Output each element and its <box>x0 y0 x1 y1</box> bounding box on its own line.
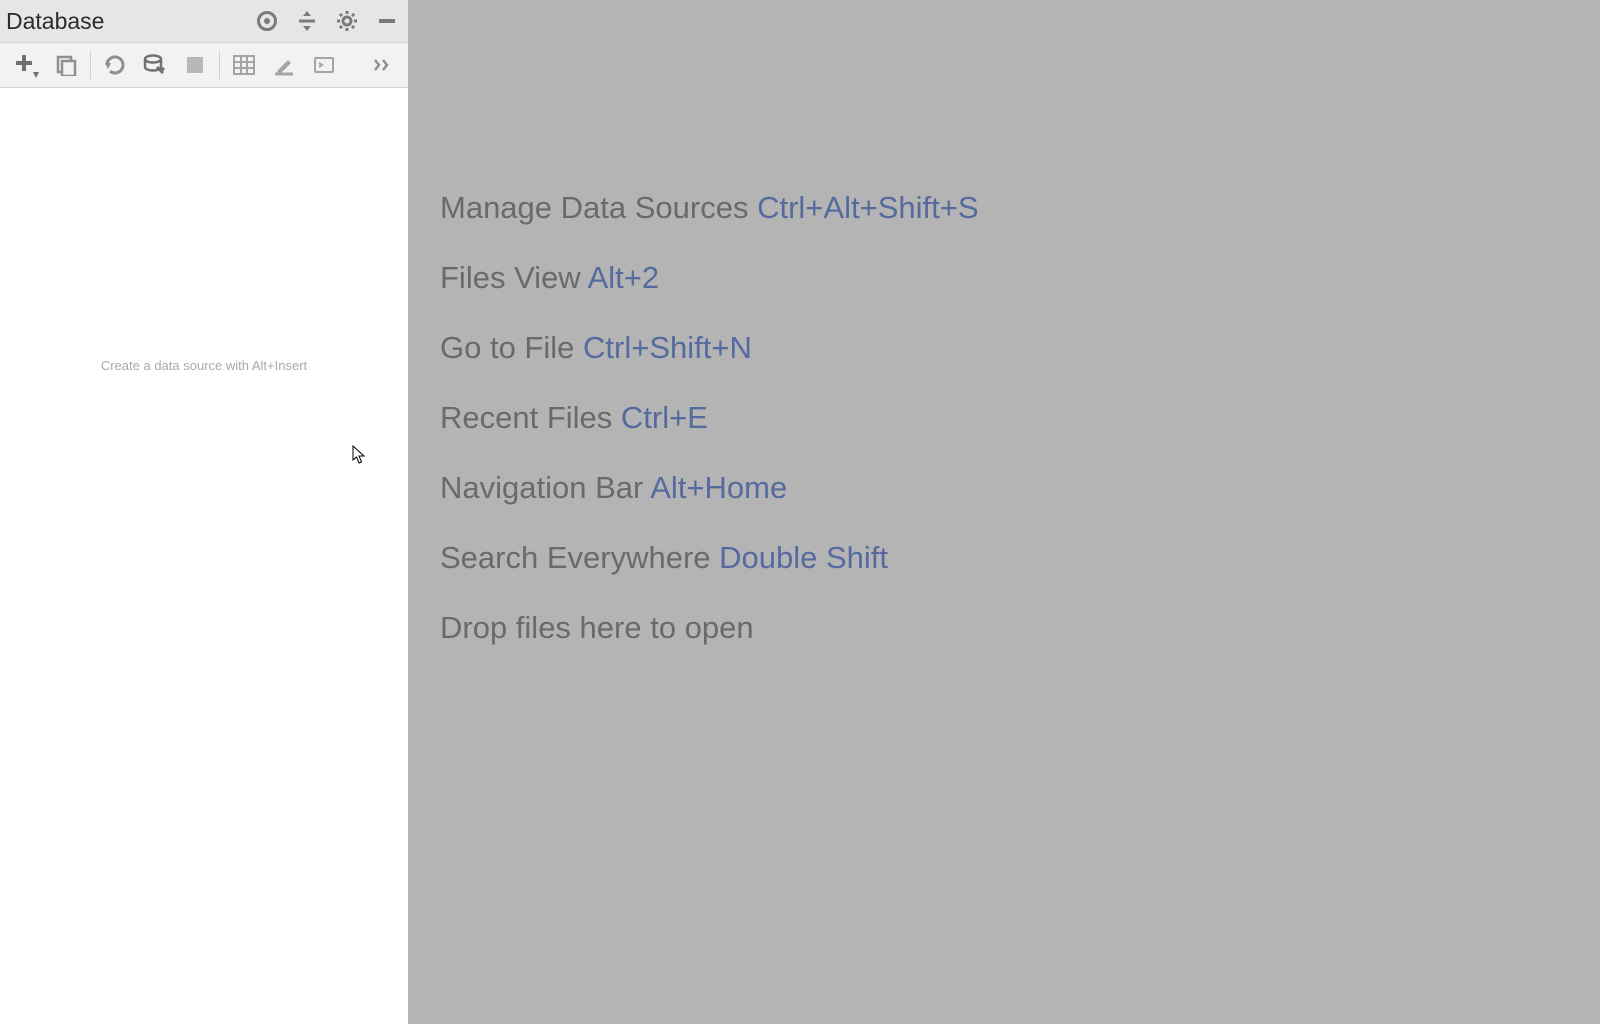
database-panel: Database <box>0 0 408 1024</box>
tips-list: Manage Data Sources Ctrl+Alt+Shift+S Fil… <box>440 190 979 680</box>
app-root: Database <box>0 0 1600 1024</box>
tip-shortcut: Ctrl+Alt+Shift+S <box>757 190 978 225</box>
tip-label: Recent Files <box>440 400 612 435</box>
split-icon[interactable] <box>296 10 318 32</box>
tip-item: Navigation Bar Alt+Home <box>440 470 979 506</box>
tip-label: Navigation Bar <box>440 470 643 505</box>
tip-label: Files View <box>440 260 581 295</box>
stop-button[interactable] <box>175 45 215 85</box>
tip-shortcut: Alt+Home <box>650 470 787 505</box>
tip-label: Go to File <box>440 330 574 365</box>
tip-label: Drop files here to open <box>440 610 754 645</box>
tip-label: Manage Data Sources <box>440 190 748 225</box>
tip-item: Drop files here to open <box>440 610 979 646</box>
gear-icon[interactable] <box>336 10 358 32</box>
panel-body[interactable]: Create a data source with Alt+Insert <box>0 88 408 1024</box>
tip-label: Search Everywhere <box>440 540 711 575</box>
edit-button[interactable] <box>264 45 304 85</box>
panel-title: Database <box>6 8 256 35</box>
minimize-icon[interactable] <box>376 10 398 32</box>
add-button[interactable] <box>6 45 46 85</box>
tip-item: Recent Files Ctrl+E <box>440 400 979 436</box>
toolbar-separator <box>90 51 91 79</box>
tip-shortcut: Ctrl+Shift+N <box>583 330 752 365</box>
duplicate-button[interactable] <box>46 45 86 85</box>
target-icon[interactable] <box>256 10 278 32</box>
refresh-button[interactable] <box>95 45 135 85</box>
panel-toolbar <box>0 43 408 88</box>
panel-header: Database <box>0 0 408 43</box>
tip-shortcut: Ctrl+E <box>621 400 708 435</box>
tip-item: Go to File Ctrl+Shift+N <box>440 330 979 366</box>
empty-placeholder: Create a data source with Alt+Insert <box>0 358 408 373</box>
console-button[interactable] <box>304 45 344 85</box>
tip-item: Manage Data Sources Ctrl+Alt+Shift+S <box>440 190 979 226</box>
more-button[interactable] <box>362 45 402 85</box>
table-button[interactable] <box>224 45 264 85</box>
panel-header-icons <box>256 10 404 32</box>
toolbar-separator <box>219 51 220 79</box>
tip-shortcut: Double Shift <box>719 540 888 575</box>
tip-item: Search Everywhere Double Shift <box>440 540 979 576</box>
tip-item: Files View Alt+2 <box>440 260 979 296</box>
editor-empty-area[interactable]: Manage Data Sources Ctrl+Alt+Shift+S Fil… <box>408 0 1600 1024</box>
data-source-properties-button[interactable] <box>135 45 175 85</box>
tip-shortcut: Alt+2 <box>588 260 660 295</box>
cursor-icon <box>352 445 366 465</box>
